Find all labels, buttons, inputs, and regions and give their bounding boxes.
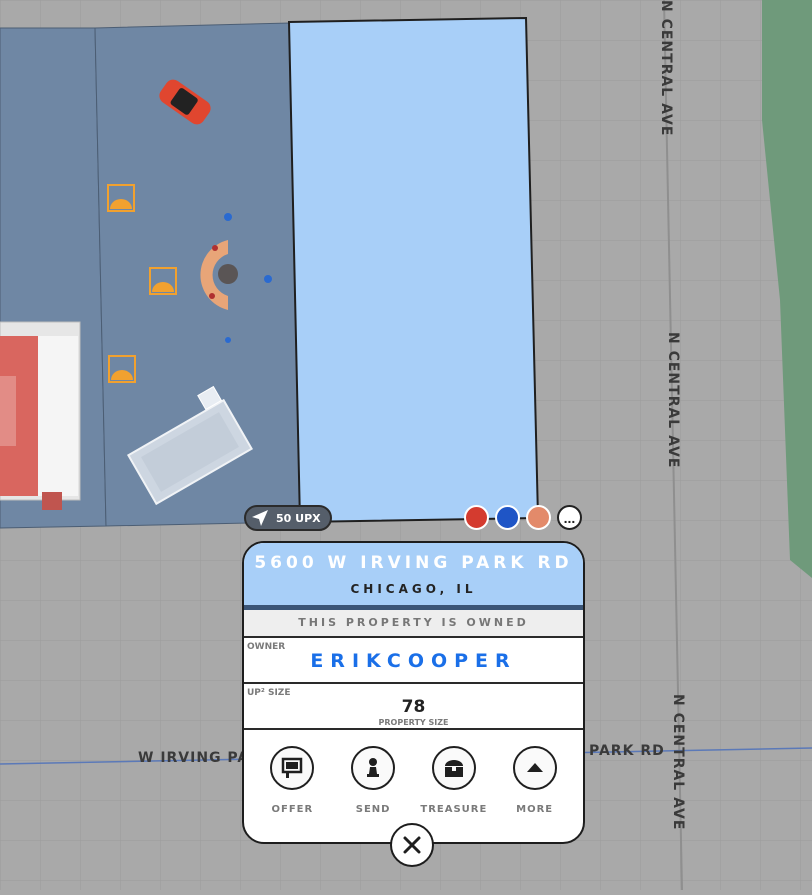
size-value: 78 [401, 697, 426, 717]
send-button[interactable]: SEND [337, 746, 409, 815]
street-label-irving-right: PARK RD [589, 743, 665, 759]
street-label-central-bottom: N CENTRAL AVE [670, 694, 686, 831]
person-icon [264, 275, 272, 283]
street-label-central-top: N CENTRAL AVE [658, 0, 674, 137]
person-icon [212, 245, 218, 251]
send-label: SEND [355, 804, 391, 815]
avatar[interactable] [464, 505, 489, 530]
street-label-irving-left: W IRVING PA [138, 750, 250, 766]
building-icon [0, 321, 81, 510]
more-button[interactable]: MORE [499, 746, 571, 815]
billboard-icon[interactable] [270, 746, 315, 790]
fire-pit-icon [218, 264, 238, 284]
property-city: CHICAGO, IL [350, 582, 477, 596]
close-icon [403, 836, 421, 854]
treasure-label: TREASURE [420, 804, 488, 815]
triangle-up-icon[interactable] [512, 746, 557, 790]
upx-balance-button[interactable]: 50 UPX [244, 505, 332, 531]
person-icon [209, 293, 215, 299]
avatar[interactable] [495, 505, 520, 530]
size-caption: PROPERTY SIZE [378, 718, 449, 727]
more-avatars-button[interactable]: ... [557, 505, 582, 530]
ownership-status: THIS PROPERTY IS OWNED [244, 610, 583, 638]
selected-parcel [287, 16, 540, 524]
offer-label: OFFER [271, 804, 314, 815]
avatar[interactable] [526, 505, 551, 530]
person-icon [225, 337, 231, 343]
property-card: 5600 W IRVING PARK RD CHICAGO, IL THIS P… [242, 541, 585, 844]
upx-balance-label: 50 UPX [276, 511, 321, 525]
owner-row: OWNER ERIKCOOPER [244, 638, 583, 684]
size-row: UP² SIZE 78 PROPERTY SIZE [244, 684, 583, 730]
property-address: 5600 W IRVING PARK RD [254, 553, 573, 573]
owner-name-link[interactable]: ERIKCOOPER [244, 650, 583, 672]
property-header: 5600 W IRVING PARK RD CHICAGO, IL [244, 543, 583, 610]
more-label: MORE [516, 804, 554, 815]
street-label-central-mid: N CENTRAL AVE [665, 332, 681, 469]
close-button[interactable] [390, 823, 434, 867]
send-arrow-icon [252, 510, 268, 526]
person-icon [224, 213, 232, 221]
pawn-icon[interactable] [351, 746, 396, 790]
action-bar: OFFER SEND TREASURE MORE [244, 730, 583, 815]
visitor-avatars: ... [464, 505, 582, 530]
offer-button[interactable]: OFFER [256, 746, 328, 815]
treasure-button[interactable]: TREASURE [418, 746, 490, 815]
treasure-chest-icon[interactable] [431, 746, 476, 790]
